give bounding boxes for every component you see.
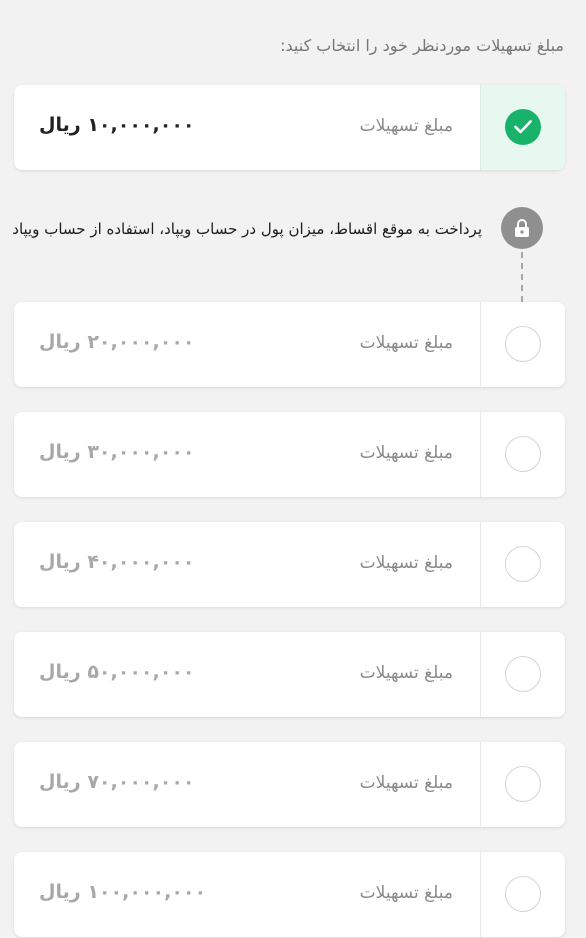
page-title: مبلغ تسهیلات موردنظر خود را انتخاب کنید: (280, 36, 564, 55)
lock-icon (515, 219, 529, 237)
radio-unchecked[interactable] (505, 326, 541, 362)
radio-unchecked[interactable] (505, 656, 541, 692)
loan-option-30m[interactable]: مبلغ تسهیلات ۳۰,۰۰۰,۰۰۰ ریال (14, 412, 565, 497)
radio-cell[interactable] (480, 852, 565, 937)
radio-cell[interactable] (480, 742, 565, 827)
loan-option-20m[interactable]: مبلغ تسهیلات ۲۰,۰۰۰,۰۰۰ ریال (14, 302, 565, 387)
option-amount: ۱۰,۰۰۰,۰۰۰ ریال (39, 114, 195, 136)
radio-unchecked[interactable] (505, 546, 541, 582)
radio-unchecked[interactable] (505, 876, 541, 912)
radio-cell[interactable] (480, 85, 565, 170)
option-amount: ۴۰,۰۰۰,۰۰۰ ریال (39, 551, 195, 573)
radio-cell[interactable] (480, 302, 565, 387)
checkmark-icon (514, 120, 532, 134)
radio-unchecked[interactable] (505, 436, 541, 472)
unlock-requirements-text: پرداخت به موقع اقساط، میزان پول در حساب … (12, 220, 482, 238)
loan-option-40m[interactable]: مبلغ تسهیلات ۴۰,۰۰۰,۰۰۰ ریال (14, 522, 565, 607)
option-amount: ۷۰,۰۰۰,۰۰۰ ریال (39, 771, 195, 793)
option-label: مبلغ تسهیلات (359, 443, 453, 463)
loan-option-50m[interactable]: مبلغ تسهیلات ۵۰,۰۰۰,۰۰۰ ریال (14, 632, 565, 717)
radio-unchecked[interactable] (505, 766, 541, 802)
option-label: مبلغ تسهیلات (359, 553, 453, 573)
radio-checked[interactable] (505, 109, 541, 145)
option-label: مبلغ تسهیلات (359, 883, 453, 903)
radio-cell[interactable] (480, 632, 565, 717)
option-label: مبلغ تسهیلات (359, 333, 453, 353)
option-amount: ۵۰,۰۰۰,۰۰۰ ریال (39, 661, 195, 683)
loan-option-10m[interactable]: مبلغ تسهیلات ۱۰,۰۰۰,۰۰۰ ریال (14, 85, 565, 170)
option-label: مبلغ تسهیلات (359, 663, 453, 683)
lock-badge (501, 207, 543, 249)
loan-option-100m[interactable]: مبلغ تسهیلات ۱۰۰,۰۰۰,۰۰۰ ریال (14, 852, 565, 937)
radio-cell[interactable] (480, 412, 565, 497)
option-amount: ۱۰۰,۰۰۰,۰۰۰ ریال (39, 881, 207, 903)
option-amount: ۳۰,۰۰۰,۰۰۰ ریال (39, 441, 195, 463)
dashed-connector (521, 252, 523, 302)
option-amount: ۲۰,۰۰۰,۰۰۰ ریال (39, 331, 195, 353)
option-label: مبلغ تسهیلات (359, 116, 453, 136)
radio-cell[interactable] (480, 522, 565, 607)
option-label: مبلغ تسهیلات (359, 773, 453, 793)
loan-option-70m[interactable]: مبلغ تسهیلات ۷۰,۰۰۰,۰۰۰ ریال (14, 742, 565, 827)
